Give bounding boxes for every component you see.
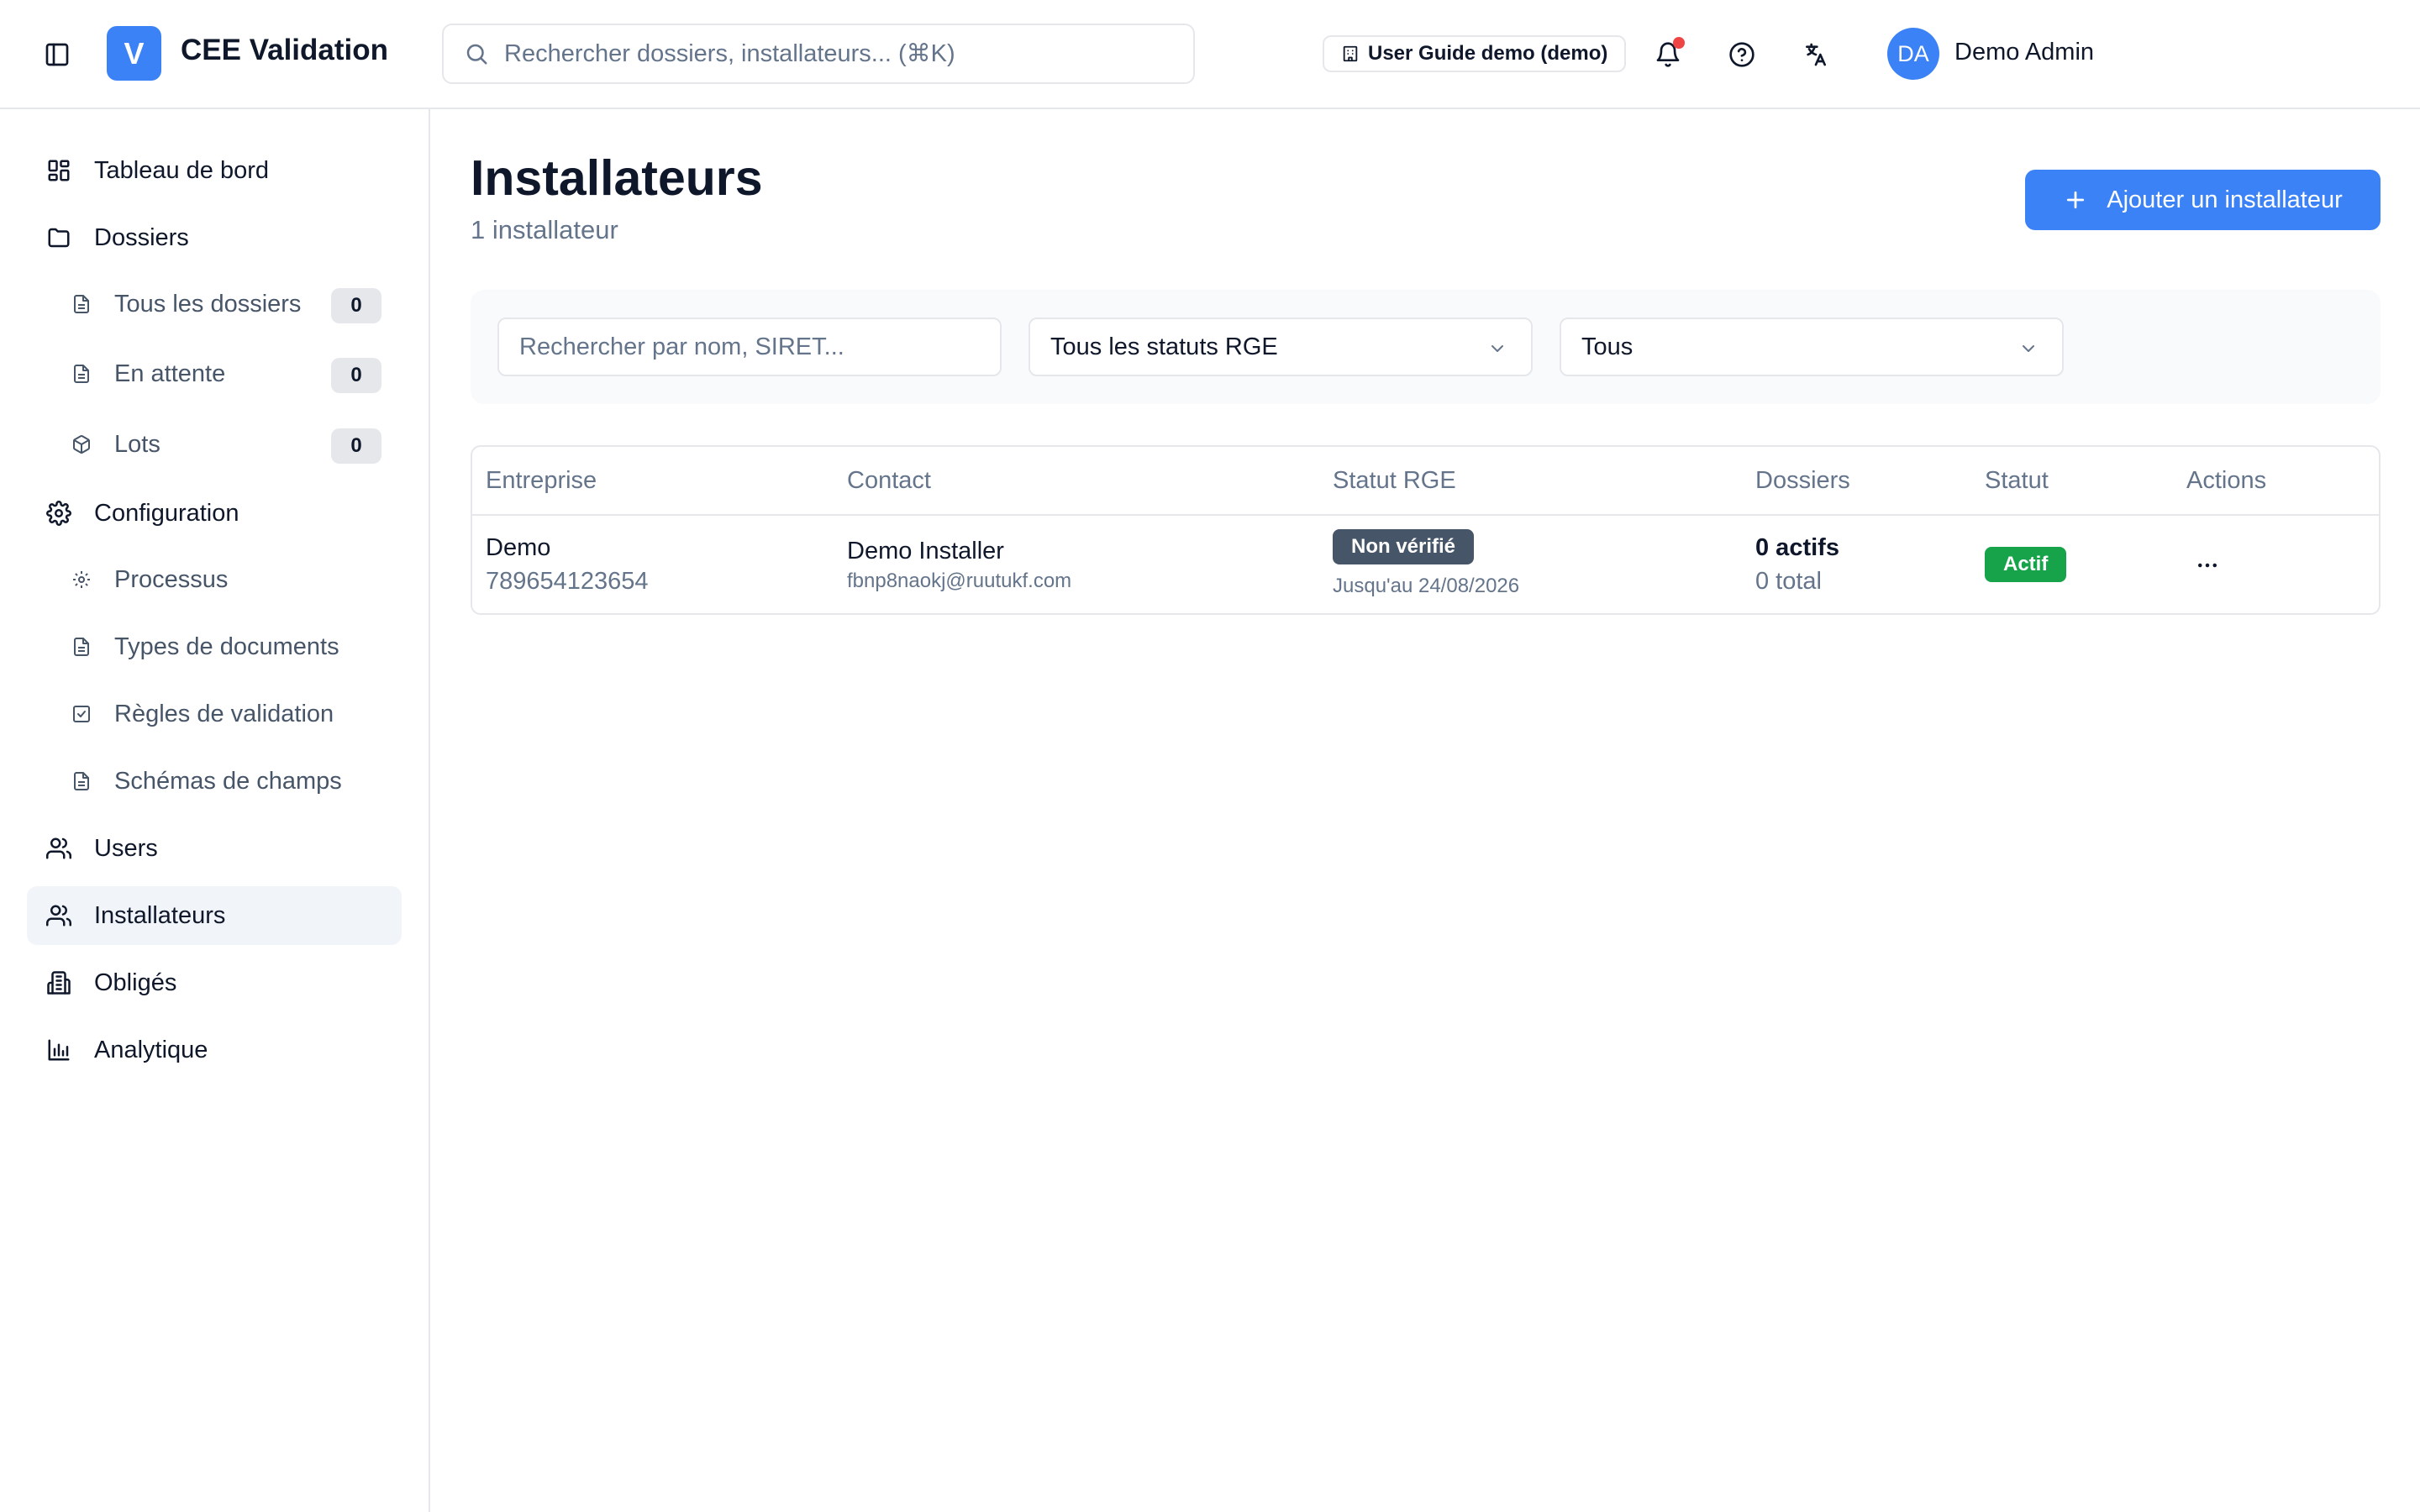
sidebar-item-obliges[interactable]: Obligés xyxy=(27,953,402,1012)
global-search-input[interactable] xyxy=(504,39,1176,68)
installer-search-input[interactable] xyxy=(519,333,990,361)
sidebar-item-configuration[interactable]: Configuration xyxy=(27,484,402,543)
status-badge: Actif xyxy=(1985,547,2067,582)
sidebar-item-label: Types de documents xyxy=(114,633,339,660)
count-badge: 0 xyxy=(331,358,381,393)
language-button[interactable] xyxy=(1797,35,1835,74)
search-icon xyxy=(464,41,489,66)
sidebar-item-label: Users xyxy=(94,835,158,862)
users-icon xyxy=(45,902,72,929)
count-badge: 0 xyxy=(331,428,381,464)
dashboard-icon xyxy=(45,157,72,184)
app-logo: V xyxy=(107,26,161,81)
column-header-statut[interactable]: Statut xyxy=(1985,467,2049,495)
notification-dot xyxy=(1673,37,1685,49)
help-circle-icon xyxy=(1728,41,1755,68)
sidebar-item-tableau-de-bord[interactable]: Tableau de bord xyxy=(27,141,402,200)
building-icon xyxy=(1341,45,1360,63)
sidebar-item-types-de-documents[interactable]: Types de documents xyxy=(27,617,402,676)
installers-table: Entreprise Contact Statut RGE Dossiers S… xyxy=(471,445,2381,615)
installer-search-field[interactable] xyxy=(497,318,1002,376)
sidebar-item-label: Obligés xyxy=(94,969,177,996)
sidebar-item-label: En attente xyxy=(114,360,226,387)
sidebar-item-processus[interactable]: Processus xyxy=(27,550,402,609)
folder-icon xyxy=(45,224,72,251)
dossiers-active: 0 actifs xyxy=(1755,534,1839,561)
sidebar-item-lots[interactable]: Lots 0 xyxy=(27,415,402,474)
sidebar-toggle-icon[interactable] xyxy=(40,38,74,71)
rge-status-value: Tous les statuts RGE xyxy=(1050,333,1278,360)
sidebar-item-analytique[interactable]: Analytique xyxy=(27,1021,402,1079)
rge-status-select[interactable]: Tous les statuts RGE xyxy=(1028,318,1533,376)
row-actions-button[interactable] xyxy=(2186,544,2228,586)
sidebar-item-regles-de-validation[interactable]: Règles de validation xyxy=(27,685,402,743)
bar-chart-icon xyxy=(45,1037,72,1063)
organization-badge[interactable]: User Guide demo (demo) xyxy=(1323,35,1627,72)
page-subtitle: 1 installateur xyxy=(471,215,618,244)
package-icon xyxy=(71,433,92,455)
company-siret: 789654123654 xyxy=(486,568,649,595)
sidebar-item-label: Règles de validation xyxy=(114,701,334,727)
chevron-down-icon xyxy=(1487,339,1507,359)
global-search[interactable] xyxy=(442,24,1195,84)
contact-name: Demo Installer xyxy=(847,538,1004,564)
sidebar-item-en-attente[interactable]: En attente 0 xyxy=(27,344,402,403)
sidebar-item-label: Dossiers xyxy=(94,224,189,251)
column-header-contact[interactable]: Contact xyxy=(847,467,931,495)
count-badge: 0 xyxy=(331,288,381,323)
more-horizontal-icon xyxy=(2195,553,2220,578)
company-name: Demo xyxy=(486,534,551,561)
sidebar-item-installateurs[interactable]: Installateurs xyxy=(27,886,402,945)
add-installer-label: Ajouter un installateur xyxy=(2107,186,2343,213)
file-icon xyxy=(71,363,92,385)
page-title: Installateurs xyxy=(471,150,763,206)
organization-name: User Guide demo (demo) xyxy=(1368,42,1608,65)
notifications-button[interactable] xyxy=(1649,35,1687,74)
sidebar-item-label: Tableau de bord xyxy=(94,157,269,184)
top-bar: V CEE Validation User Guide demo (demo) … xyxy=(0,0,2420,109)
add-installer-button[interactable]: Ajouter un installateur xyxy=(2025,170,2381,230)
building-icon xyxy=(45,969,72,996)
check-square-icon xyxy=(71,703,92,725)
gear-icon xyxy=(45,500,72,527)
column-header-actions: Actions xyxy=(2186,467,2267,494)
sidebar-item-dossiers[interactable]: Dossiers xyxy=(27,208,402,267)
sidebar-item-tous-les-dossiers[interactable]: Tous les dossiers 0 xyxy=(27,275,402,333)
sidebar-item-label: Installateurs xyxy=(94,902,226,929)
help-button[interactable] xyxy=(1723,35,1761,74)
status-select[interactable]: Tous xyxy=(1560,318,2064,376)
file-icon xyxy=(71,636,92,658)
column-header-statut-rge[interactable]: Statut RGE xyxy=(1333,467,1456,495)
dossiers-total: 0 total xyxy=(1755,568,1822,595)
status-value: Tous xyxy=(1581,333,1634,360)
users-icon xyxy=(45,835,72,862)
column-header-dossiers[interactable]: Dossiers xyxy=(1755,467,1850,495)
rge-valid-until: Jusqu'au 24/08/2026 xyxy=(1333,575,1520,597)
table-row[interactable]: Demo 789654123654 Demo Installer fbnp8na… xyxy=(472,516,2379,613)
table-header: Entreprise Contact Statut RGE Dossiers S… xyxy=(472,447,2379,516)
sidebar: Tableau de bord Dossiers Tous les dossie… xyxy=(0,109,430,1512)
app-name: CEE Validation xyxy=(181,34,388,66)
file-icon xyxy=(71,293,92,315)
sidebar-item-label: Schémas de champs xyxy=(114,768,342,795)
plus-icon xyxy=(2063,187,2088,213)
column-header-entreprise[interactable]: Entreprise xyxy=(486,467,597,495)
user-name[interactable]: Demo Admin xyxy=(1954,39,2094,66)
sidebar-item-label: Configuration xyxy=(94,500,239,527)
contact-email: fbnp8naokj@ruutukf.com xyxy=(847,570,1072,592)
sidebar-item-label: Processus xyxy=(114,566,229,593)
sidebar-item-label: Lots xyxy=(114,431,160,458)
filter-panel: Tous les statuts RGE Tous xyxy=(471,290,2381,404)
file-icon xyxy=(71,770,92,792)
sidebar-item-schemas-de-champs[interactable]: Schémas de champs xyxy=(27,752,402,811)
chevron-down-icon xyxy=(2018,339,2039,359)
avatar[interactable]: DA xyxy=(1887,28,1939,80)
sidebar-item-label: Analytique xyxy=(94,1037,208,1063)
rge-status-badge: Non vérifié xyxy=(1333,529,1475,564)
sidebar-item-users[interactable]: Users xyxy=(27,819,402,878)
translate-icon xyxy=(1802,41,1829,68)
sidebar-item-label: Tous les dossiers xyxy=(114,291,302,318)
gear-icon xyxy=(71,569,92,591)
